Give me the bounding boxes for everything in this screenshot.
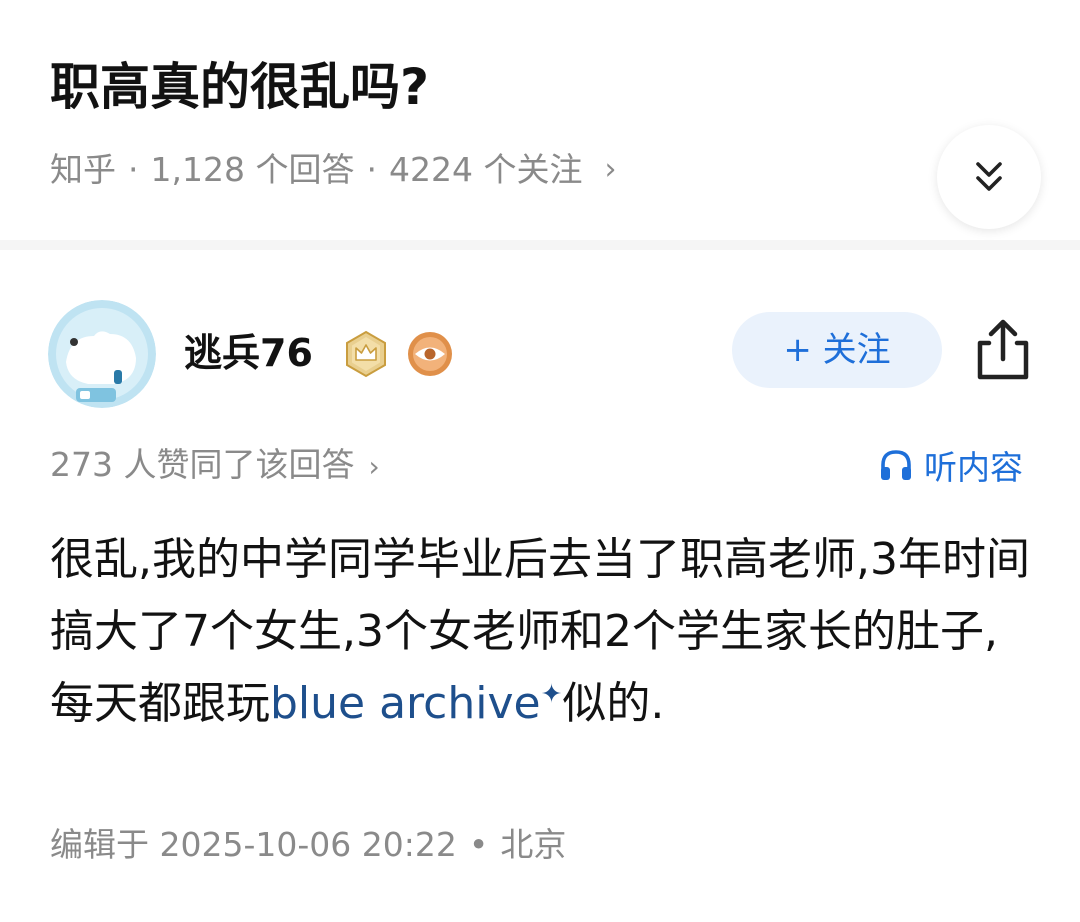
author-name[interactable]: 逃兵76 [184,325,313,381]
question-meta[interactable]: 知乎 · 1,128 个回答 · 4224 个关注 › [50,145,616,195]
headphones-icon [881,450,911,480]
listen-label: 听内容 [924,448,1023,487]
avatar[interactable] [48,300,156,408]
double-chevron-down-icon [976,162,1002,191]
expand-button[interactable] [937,125,1041,229]
listen-button[interactable]: 听内容 [878,440,1023,490]
meta-separator: · [366,150,377,189]
edit-location: 北京 [500,825,567,864]
chevron-right-icon: › [604,152,617,187]
answer-content: 很乱,我的中学同学毕业后去当了职高老师,3年时间搞大了7个女生,3个女老师和2个… [50,524,1040,740]
edited-time: 编辑于 2025-10-06 20:22 [50,825,457,864]
meta-separator: · [128,150,139,189]
edit-separator: • [468,825,489,864]
share-icon[interactable] [968,315,1038,385]
question-title[interactable]: 职高真的很乱吗? [50,52,429,122]
upvote-text: 273 人赞同了该回答 [50,445,355,484]
edit-info: 编辑于 2025-10-06 20:22 • 北京 [50,820,566,870]
chevron-right-icon: › [368,450,380,483]
sparkle-icon: ✦ [540,679,563,710]
eye-badge-icon[interactable] [406,330,454,378]
crown-badge-icon[interactable] [342,330,390,378]
upvote-summary[interactable]: 273 人赞同了该回答 › [50,440,380,492]
follow-button[interactable]: + 关注 [732,312,942,388]
avatar-image [48,300,156,408]
section-divider [0,240,1080,250]
question-header: 职高真的很乱吗? 知乎 · 1,128 个回答 · 4224 个关注 › [0,0,1080,240]
keyword-link[interactable]: blue archive [270,678,541,729]
answer-text-end: 似的. [562,678,665,729]
source-label: 知乎 [50,150,116,189]
answers-count: 1,128 个回答 [150,150,355,189]
followers-count: 4224 个关注 [388,150,583,189]
